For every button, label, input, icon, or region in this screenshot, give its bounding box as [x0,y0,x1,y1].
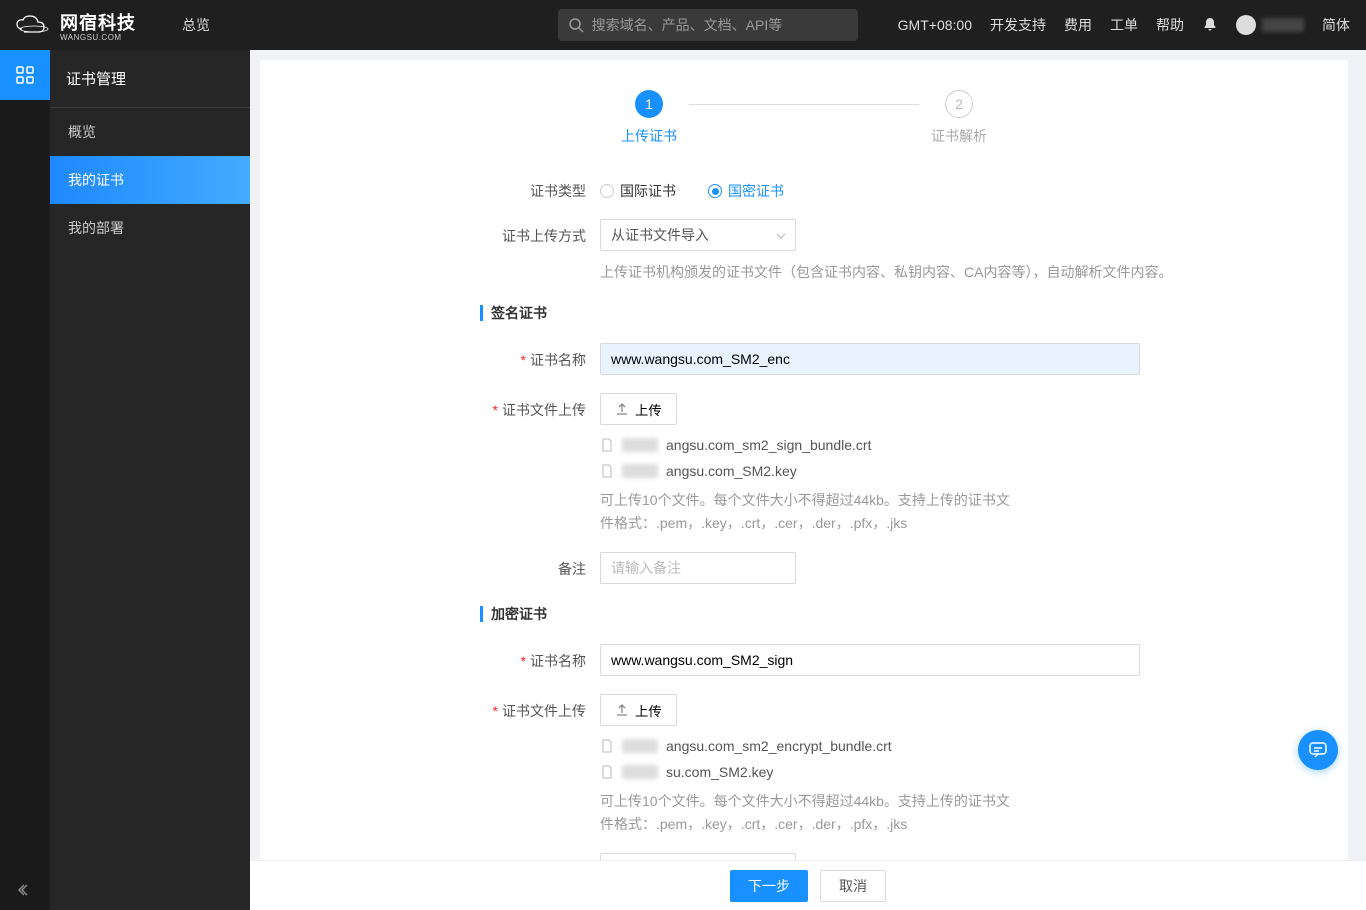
file-icon [600,765,614,779]
enc-file-hint: 可上传10个文件。每个文件大小不得超过44kb。支持上传的证书文件格式：.pem… [600,790,1020,835]
user-menu[interactable] [1236,15,1304,35]
file-name: angsu.com_sm2_sign_bundle.crt [666,437,871,453]
radio-dot-checked-icon [708,184,722,198]
chat-fab[interactable] [1298,730,1338,770]
link-dev-support[interactable]: 开发支持 [990,15,1046,35]
avatar [1236,15,1256,35]
input-sign-remark[interactable] [600,552,796,584]
radio-international[interactable]: 国际证书 [600,181,676,201]
step2-label: 证书解析 [931,126,987,146]
step1-circle: 1 [635,90,663,118]
label-sign-file: 证书文件上传 [502,402,586,418]
upload-btn-label: 上传 [635,701,662,720]
upload-method-hint: 上传证书机构颁发的证书文件（包含证书内容、私钥内容、CA内容等），自动解析文件内… [600,261,1308,283]
username-masked [1262,18,1304,32]
sidebar-title: 证书管理 [50,50,250,108]
section-bar-icon [480,305,483,321]
label-sign-name: 证书名称 [530,352,586,368]
stepper: 1 上传证书 2 证书解析 [300,90,1308,146]
header-right: GMT+08:00 开发支持 费用 工单 帮助 简体 [898,15,1350,35]
bottom-bar: 下一步 取消 [250,860,1366,910]
brand-logo[interactable]: 网宿科技 WANGSU.COM [0,9,158,42]
label-enc-name: 证书名称 [530,653,586,669]
radio-gm-label: 国密证书 [728,181,784,201]
label-cert-type: 证书类型 [480,174,600,201]
link-help[interactable]: 帮助 [1156,15,1184,35]
upload-enc-button[interactable]: 上传 [600,694,677,726]
search-icon [568,17,584,33]
label-enc-file: 证书文件上传 [502,703,586,719]
sidebar: 证书管理 概览 我的证书 我的部署 [50,50,250,910]
enc-file-list: angsu.com_sm2_encrypt_bundle.crt su.com_… [600,738,1140,780]
label-upload-method: 证书上传方式 [480,219,600,246]
file-prefix-masked [622,765,658,779]
link-billing[interactable]: 费用 [1064,15,1092,35]
upload-sign-button[interactable]: 上传 [600,393,677,425]
file-name: angsu.com_SM2.key [666,463,797,479]
step1-label: 上传证书 [621,126,677,146]
input-enc-name[interactable] [600,644,1140,676]
sidebar-item-overview[interactable]: 概览 [50,108,250,156]
timezone[interactable]: GMT+08:00 [898,17,972,33]
cloud-icon [16,15,52,35]
label-sign-remark: 备注 [480,552,600,579]
file-row[interactable]: angsu.com_SM2.key [600,463,1140,479]
step2-circle: 2 [945,90,973,118]
file-row[interactable]: su.com_SM2.key [600,764,1140,780]
chat-icon [1308,740,1328,760]
search-wrap [558,9,858,41]
file-icon [600,739,614,753]
file-icon [600,438,614,452]
file-icon [600,464,614,478]
select-upload-method-value: 从证书文件导入 [611,225,709,245]
link-ticket[interactable]: 工单 [1110,15,1138,35]
icon-rail [0,50,50,910]
file-prefix-masked [622,438,658,452]
cancel-button[interactable]: 取消 [820,870,886,902]
brand-text: 网宿科技 [60,9,136,35]
section-sign: 签名证书 [480,303,1308,323]
sign-file-list: angsu.com_sm2_sign_bundle.crt angsu.com_… [600,437,1140,479]
radio-international-label: 国际证书 [620,181,676,201]
upload-icon [615,402,629,416]
upload-btn-label: 上传 [635,400,662,419]
file-prefix-masked [622,739,658,753]
sidebar-item-my-deploy[interactable]: 我的部署 [50,204,250,252]
form-panel: 1 上传证书 2 证书解析 证书类型 [260,60,1348,860]
select-upload-method[interactable]: 从证书文件导入 [600,219,796,251]
nav-overview[interactable]: 总览 [158,15,234,35]
section-enc: 加密证书 [480,604,1308,624]
section-bar-icon [480,606,483,622]
step-upload: 1 上传证书 [609,90,689,146]
file-prefix-masked [622,464,658,478]
file-row[interactable]: angsu.com_sm2_sign_bundle.crt [600,437,1140,453]
upload-icon [615,703,629,717]
sidebar-item-my-certs[interactable]: 我的证书 [50,156,250,204]
step-parse: 2 证书解析 [919,90,999,146]
main-area: 1 上传证书 2 证书解析 证书类型 [250,50,1366,910]
file-name: angsu.com_sm2_encrypt_bundle.crt [666,738,892,754]
input-sign-name[interactable] [600,343,1140,375]
radio-dot-icon [600,184,614,198]
section-enc-title: 加密证书 [491,604,547,624]
search-input[interactable] [558,9,858,41]
input-enc-remark[interactable] [600,853,796,860]
radio-gm[interactable]: 国密证书 [708,181,784,201]
rail-apps-icon[interactable] [0,50,50,100]
section-sign-title: 签名证书 [491,303,547,323]
bell-icon[interactable] [1202,17,1218,33]
label-enc-remark: 备注 [480,853,600,860]
file-row[interactable]: angsu.com_sm2_encrypt_bundle.crt [600,738,1140,754]
next-button[interactable]: 下一步 [730,870,808,902]
file-name: su.com_SM2.key [666,764,773,780]
chevron-down-icon [775,230,787,242]
lang-switch[interactable]: 简体 [1322,15,1350,35]
sign-file-hint: 可上传10个文件。每个文件大小不得超过44kb。支持上传的证书文件格式：.pem… [600,489,1020,534]
rail-collapse-icon[interactable] [0,870,50,910]
top-header: 网宿科技 WANGSU.COM 总览 GMT+08:00 开发支持 费用 工单 … [0,0,1366,50]
step-connector [689,104,919,105]
